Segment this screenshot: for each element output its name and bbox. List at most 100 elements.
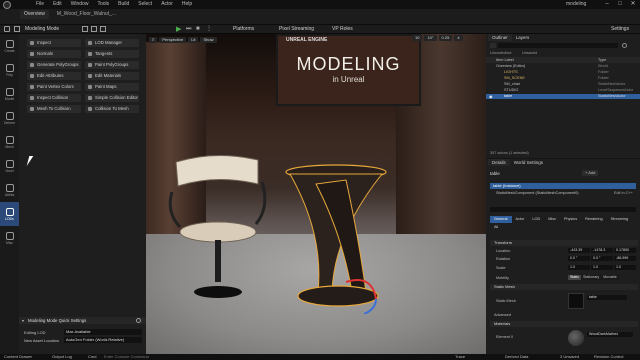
filter-misc[interactable]: Misc: [544, 216, 560, 223]
rotation-z-field[interactable]: -86.999: [614, 256, 636, 261]
editing-lod-select[interactable]: Max Available: [64, 329, 142, 335]
viewport-menu-button[interactable]: ≡: [149, 36, 158, 43]
rail-deform[interactable]: Deform: [0, 106, 19, 130]
lit-button[interactable]: Lit: [188, 36, 199, 43]
tool-paint-polygroups[interactable]: Paint PolyGroups: [85, 61, 139, 69]
layers-tab[interactable]: Layers: [512, 34, 534, 41]
close-icon[interactable]: ✕: [627, 0, 639, 9]
tool-inspect-collision[interactable]: Inspect Collision: [27, 94, 81, 102]
rotation-x-field[interactable]: 0.0 °: [568, 256, 590, 261]
menu-build[interactable]: Build: [118, 1, 129, 7]
platforms-button[interactable]: Platforms: [230, 25, 257, 34]
rail-uvs[interactable]: LODs: [0, 202, 19, 226]
more-options-icon[interactable]: ⋮: [206, 25, 212, 34]
tool-paint-vertex-colors[interactable]: Paint Vertex Colors: [27, 83, 81, 91]
tool-inspect[interactable]: Inspect: [27, 39, 81, 47]
scale-x-field[interactable]: 1.0: [568, 265, 590, 270]
menu-actor[interactable]: Actor: [161, 1, 173, 7]
step-icon[interactable]: ⏭: [186, 25, 191, 34]
level-viewport[interactable]: UNREAL ENGINE MODELING in Unreal ≡ Persp…: [146, 34, 486, 354]
transform-section-header[interactable]: Transform: [490, 240, 638, 246]
mobility-static[interactable]: Static: [568, 275, 581, 280]
outliner-tab[interactable]: Outliner: [488, 34, 512, 41]
filter-actor[interactable]: Actor: [512, 216, 529, 223]
static-mesh-picker[interactable]: table: [587, 295, 627, 300]
filter-all[interactable]: All: [490, 224, 502, 231]
outliner-row-sm-chair[interactable]: SM_chair StaticMeshActor: [486, 82, 640, 87]
mobility-stationary[interactable]: Stationary: [581, 275, 602, 280]
scale-z-field[interactable]: 1.0: [614, 265, 636, 270]
select-mode-icon[interactable]: [14, 26, 20, 32]
tool-edit-attributes[interactable]: Edit Attributes: [27, 72, 81, 80]
outliner-row-studio[interactable]: STUDIO LevelSequenceActor: [486, 88, 640, 93]
tool-collision-to-mesh[interactable]: Collision To Mesh: [85, 105, 139, 113]
blueprint-icon[interactable]: [91, 26, 97, 32]
perspective-button[interactable]: Perspective: [159, 36, 187, 43]
revision-control-button[interactable]: Revision Control: [594, 354, 623, 360]
material-picker[interactable]: WoodDarkMatInst: [587, 332, 633, 337]
uncontrolled-filter[interactable]: Uncontrolled: [490, 51, 511, 55]
menu-file[interactable]: File: [36, 1, 44, 7]
table-model[interactable]: [276, 164, 396, 314]
tool-generate-polygroups[interactable]: Generate PolyGroups: [27, 61, 81, 69]
content-drawer-button[interactable]: Content Drawer: [4, 354, 32, 360]
filter-lod[interactable]: LOD: [528, 216, 544, 223]
eye-icon[interactable]: ◉: [489, 94, 493, 99]
outliner-settings-icon[interactable]: [622, 43, 627, 48]
menu-window[interactable]: Window: [71, 1, 89, 7]
details-tab[interactable]: Details: [488, 159, 510, 166]
component-row[interactable]: StaticMeshComponent (StaticMeshComponent…: [496, 191, 579, 195]
rail-model[interactable]: Model: [0, 82, 19, 106]
filter-rendering[interactable]: Rendering: [581, 216, 607, 223]
maximize-icon[interactable]: □: [614, 0, 626, 9]
tool-paint-maps[interactable]: Paint Maps: [85, 83, 139, 91]
location-x-field[interactable]: -443.39: [568, 248, 590, 253]
rail-voxel[interactable]: Voxel: [0, 154, 19, 178]
gear-icon[interactable]: [136, 318, 141, 323]
rail-poly[interactable]: Poly: [0, 58, 19, 82]
new-asset-location-select[interactable]: AutoGen Folder (World-Relative): [64, 337, 142, 343]
level-tab[interactable]: Overview: [20, 10, 49, 19]
rotation-y-field[interactable]: 0.0 °: [591, 256, 613, 261]
pixel-streaming-button[interactable]: Pixel Streaming: [276, 25, 317, 34]
play-icon[interactable]: ▶: [176, 25, 181, 34]
camera-speed-value[interactable]: 4: [454, 35, 463, 41]
location-y-field[interactable]: -1478.3: [591, 248, 613, 253]
add-actor-icon[interactable]: [82, 26, 88, 32]
rail-misc[interactable]: Misc: [0, 226, 19, 250]
cinematics-icon[interactable]: [100, 26, 106, 32]
derived-data-button[interactable]: Derived Data: [505, 354, 528, 360]
menu-select[interactable]: Select: [138, 1, 152, 7]
type-column[interactable]: Type: [598, 57, 606, 63]
outliner-row-sm-scene[interactable]: SM_SCENE Folder: [486, 76, 640, 81]
add-component-button[interactable]: + Add: [582, 170, 599, 176]
console-command-input[interactable]: Enter Console Command: [104, 354, 149, 360]
item-label-column[interactable]: Item Label: [496, 57, 514, 63]
world-settings-tab[interactable]: World Settings: [510, 159, 547, 166]
mobility-movable[interactable]: Movable: [601, 275, 619, 280]
add-filter-icon[interactable]: [490, 43, 496, 48]
tool-simple-collision-editor[interactable]: Simple Collision Editor: [85, 94, 139, 102]
outliner-row-world[interactable]: Overview (Editor) World: [486, 64, 640, 69]
location-z-field[interactable]: 0.17800: [614, 248, 636, 253]
materials-section-header[interactable]: Materials: [490, 321, 638, 327]
advanced-expander[interactable]: Advanced: [494, 313, 511, 317]
tool-edit-materials[interactable]: Edit Materials: [85, 72, 139, 80]
rail-mesh[interactable]: Mesh: [0, 130, 19, 154]
menu-tools[interactable]: Tools: [97, 1, 109, 7]
show-button[interactable]: Show: [200, 36, 217, 43]
stop-icon[interactable]: ■: [196, 25, 200, 34]
scale-y-field[interactable]: 1.0: [591, 265, 613, 270]
instance-row[interactable]: table (Instance): [490, 183, 636, 189]
filter-physics[interactable]: Physics: [560, 216, 581, 223]
minimize-icon[interactable]: –: [601, 0, 613, 9]
mode-dropdown[interactable]: Modeling Mode: [22, 25, 62, 34]
save-icon[interactable]: [4, 26, 10, 32]
output-log-button[interactable]: Output Log: [52, 354, 72, 360]
settings-button[interactable]: Settings: [608, 25, 632, 34]
menu-edit[interactable]: Edit: [53, 1, 62, 7]
outliner-row-table[interactable]: ◉ table StaticMeshActor: [486, 94, 640, 99]
vp-roles-button[interactable]: VP Roles: [329, 25, 356, 34]
tool-mesh-to-collision[interactable]: Mesh To Collision: [27, 105, 81, 113]
tool-tangents[interactable]: Tangents: [85, 50, 139, 58]
